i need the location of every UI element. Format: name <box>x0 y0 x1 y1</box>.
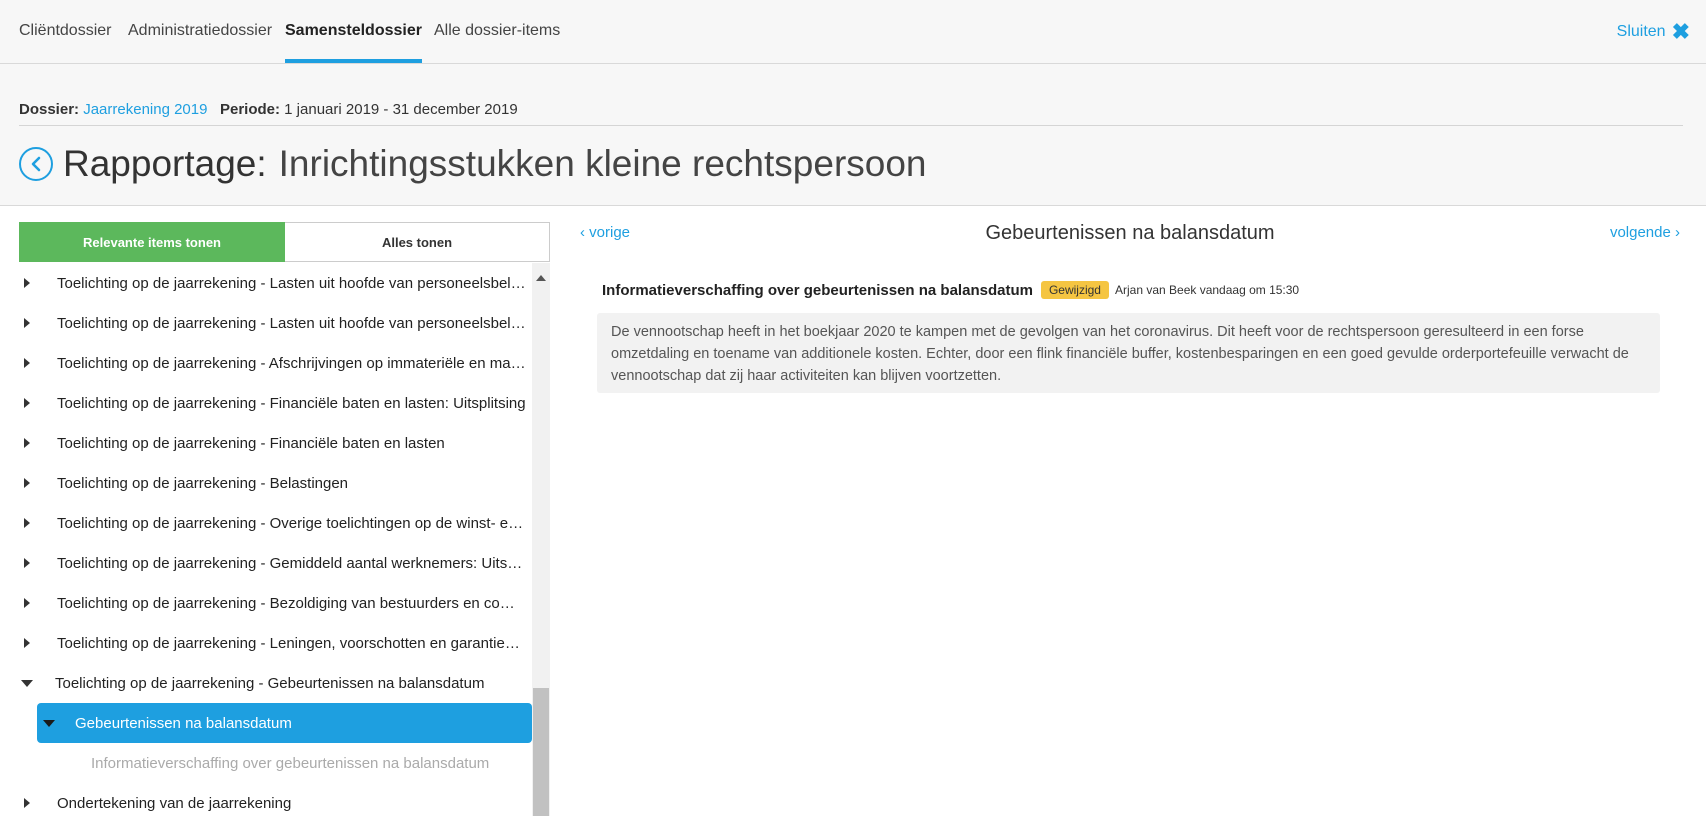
close-icon: ✖ <box>1671 18 1690 44</box>
caret-right-icon <box>24 598 30 608</box>
page-header: Dossier: Jaarrekening 2019 Periode: 1 ja… <box>0 64 1706 206</box>
tab-clientdossier[interactable]: Cliëntdossier <box>19 0 111 63</box>
tree-item[interactable]: Toelichting op de jaarrekening - Overige… <box>19 503 532 543</box>
periode-value: 1 januari 2019 - 31 december 2019 <box>284 101 518 118</box>
tree-item[interactable]: Toelichting op de jaarrekening - Afschri… <box>19 343 532 383</box>
item-title: Informatieverschaffing over gebeurteniss… <box>602 281 1033 299</box>
caret-right-icon <box>24 798 30 808</box>
tree-item[interactable]: Toelichting op de jaarrekening - Bezoldi… <box>19 583 532 623</box>
tree-item[interactable]: Toelichting op de jaarrekening - Financi… <box>19 423 532 463</box>
back-button[interactable] <box>19 147 53 181</box>
caret-down-icon <box>21 679 33 687</box>
tree-item[interactable]: Toelichting op de jaarrekening - Leninge… <box>19 623 532 663</box>
caret-right-icon <box>24 638 30 648</box>
filter-toggle: Relevante items tonen Alles tonen <box>19 222 550 262</box>
tree-item-label: Toelichting op de jaarrekening - Lasten … <box>57 314 527 332</box>
tree-item-label: Toelichting op de jaarrekening - Overige… <box>57 514 527 532</box>
author-info: Arjan van Beek vandaag om 15:30 <box>1114 283 1300 297</box>
close-label: Sluiten <box>1616 22 1666 40</box>
section-title: Gebeurtenissen na balansdatum <box>985 222 1275 244</box>
caret-right-icon <box>24 318 30 328</box>
scroll-up-icon[interactable] <box>536 275 546 281</box>
tree-item-label: Toelichting op de jaarrekening - Afschri… <box>57 354 527 372</box>
caret-right-icon <box>24 518 30 528</box>
tree-item-label: Toelichting op de jaarrekening - Belasti… <box>57 474 349 492</box>
tab-alle-dossier-items[interactable]: Alle dossier-items <box>434 0 560 63</box>
tree-item-label: Toelichting op de jaarrekening - Gebeurt… <box>55 674 485 692</box>
tree-item-selected[interactable]: Gebeurtenissen na balansdatum <box>37 703 532 743</box>
caret-right-icon <box>24 278 30 288</box>
tree-item[interactable]: Toelichting op de jaarrekening - Financi… <box>19 383 532 423</box>
dossier-link[interactable]: Jaarrekening 2019 <box>83 101 207 118</box>
tree-item[interactable]: Toelichting op de jaarrekening - Belasti… <box>19 463 532 503</box>
header-divider <box>19 125 1683 126</box>
tree-item[interactable]: Toelichting op de jaarrekening - Lasten … <box>19 263 532 303</box>
item-navigation: ‹ vorige Gebeurtenissen na balansdatum v… <box>580 222 1680 246</box>
item-text-field[interactable]: De vennootschap heeft in het boekjaar 20… <box>597 313 1660 393</box>
tree-item-label: Toelichting op de jaarrekening - Bezoldi… <box>57 594 527 612</box>
tree-item-label: Informatieverschaffing over gebeurteniss… <box>91 754 490 772</box>
tree-item[interactable]: Ondertekening van de jaarrekening <box>19 783 532 816</box>
close-button[interactable]: Sluiten ✖ <box>1617 0 1690 63</box>
tree-item[interactable]: Toelichting op de jaarrekening - Gemidde… <box>19 543 532 583</box>
tree-subitem[interactable]: Informatieverschaffing over gebeurteniss… <box>91 743 532 783</box>
tree-item-label: Toelichting op de jaarrekening - Financi… <box>57 394 526 412</box>
relevant-items-button[interactable]: Relevante items tonen <box>19 222 285 262</box>
caret-down-icon <box>43 719 55 727</box>
page-title: Rapportage: Inrichtingsstukken kleine re… <box>19 136 927 192</box>
tab-samensteldossier[interactable]: Samensteldossier <box>285 0 422 63</box>
tree-item-label: Toelichting op de jaarrekening - Leninge… <box>57 634 527 652</box>
tree-scrollbar[interactable] <box>532 263 550 816</box>
periode-label: Periode: <box>219 101 280 118</box>
tree-item-label: Ondertekening van de jaarrekening <box>57 794 292 812</box>
title-prefix: Rapportage: <box>63 143 267 184</box>
tree-item[interactable]: Toelichting op de jaarrekening - Lasten … <box>19 303 532 343</box>
caret-right-icon <box>24 358 30 368</box>
caret-right-icon <box>24 558 30 568</box>
status-badge: Gewijzigd <box>1040 281 1109 299</box>
dossier-label: Dossier: <box>19 101 80 118</box>
next-link[interactable]: volgende › <box>1610 224 1680 241</box>
title-text: Inrichtingsstukken kleine rechtspersoon <box>278 143 927 184</box>
tree-item-label: Toelichting op de jaarrekening - Financi… <box>57 434 445 452</box>
item-header: Informatieverschaffing over gebeurteniss… <box>602 279 1299 301</box>
caret-right-icon <box>24 478 30 488</box>
caret-right-icon <box>24 438 30 448</box>
chevron-left-icon <box>31 156 41 172</box>
all-items-button[interactable]: Alles tonen <box>285 222 550 262</box>
dossier-meta: Dossier: Jaarrekening 2019 Periode: 1 ja… <box>19 101 518 118</box>
tree-item-label: Toelichting op de jaarrekening - Lasten … <box>57 274 527 292</box>
top-navigation: Cliëntdossier Administratiedossier Samen… <box>0 0 1706 64</box>
tree-item-expanded[interactable]: Toelichting op de jaarrekening - Gebeurt… <box>19 663 532 703</box>
scroll-thumb[interactable] <box>533 688 549 816</box>
tab-administratiedossier[interactable]: Administratiedossier <box>128 0 272 63</box>
tree-item-label: Gebeurtenissen na balansdatum <box>75 714 292 732</box>
tree-item-label: Toelichting op de jaarrekening - Gemidde… <box>57 554 527 572</box>
dossier-tree: Toelichting op de jaarrekening - Lasten … <box>19 263 532 816</box>
chevron-right-icon: › <box>1675 224 1680 241</box>
next-label: volgende <box>1609 224 1671 241</box>
caret-right-icon <box>24 398 30 408</box>
